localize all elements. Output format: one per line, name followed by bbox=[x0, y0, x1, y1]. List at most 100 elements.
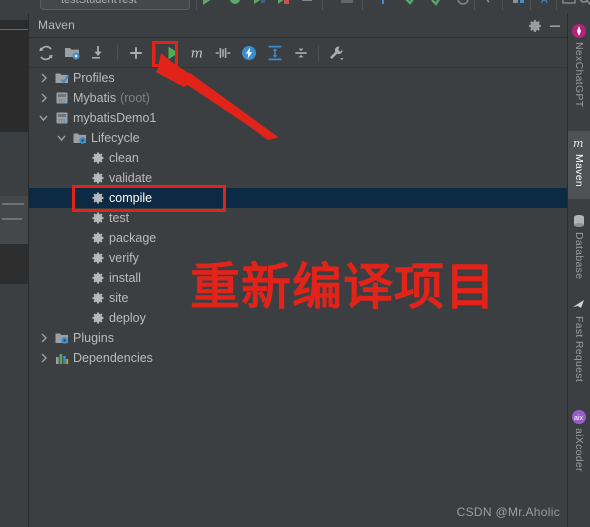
maven-goal-icon bbox=[92, 252, 104, 264]
gear-icon[interactable] bbox=[527, 18, 543, 34]
tree-row-label: verify bbox=[109, 251, 139, 265]
skip-tests-icon[interactable] bbox=[214, 44, 232, 62]
stop-icon[interactable] bbox=[276, 0, 290, 6]
tree-row-test[interactable]: test bbox=[29, 208, 569, 228]
side-panel-text-line bbox=[2, 218, 22, 220]
maven-project-icon: m bbox=[56, 92, 68, 105]
tree-row-label: Lifecycle bbox=[91, 131, 140, 145]
git-commit-icon[interactable] bbox=[404, 0, 418, 6]
nexchatgpt-icon bbox=[572, 24, 586, 38]
right-tab-maven[interactable]: m Maven bbox=[568, 131, 590, 199]
right-tab-label: Fast Request bbox=[573, 316, 585, 383]
tree-row-validate[interactable]: validate bbox=[29, 168, 569, 188]
tree-row-label: mybatisDemo1 bbox=[73, 111, 157, 125]
wrench-icon[interactable] bbox=[327, 44, 345, 62]
tree-row-label: Mybatis (root) bbox=[73, 91, 150, 105]
maven-project-tree[interactable]: Profiles m Mybatis (root) m mybatisDemo1 Lifec… bbox=[29, 68, 569, 527]
svg-text:aix: aix bbox=[574, 415, 583, 422]
chevron-down-icon[interactable] bbox=[39, 113, 48, 123]
tree-row-label: deploy bbox=[109, 311, 146, 325]
maven-tool-window-title: Maven bbox=[38, 18, 76, 32]
minimize-icon[interactable] bbox=[547, 18, 563, 34]
tree-row-label: validate bbox=[109, 171, 153, 185]
maven-goal-icon bbox=[92, 192, 104, 204]
dependencies-icon bbox=[56, 354, 69, 364]
tree-row-verify[interactable]: verify bbox=[29, 248, 569, 268]
tree-row-package[interactable]: package bbox=[29, 228, 569, 248]
tree-row-profiles[interactable]: Profiles bbox=[29, 68, 569, 88]
tree-row-label: clean bbox=[109, 151, 139, 165]
maven-toolbar: m bbox=[29, 38, 569, 68]
collapse-all-icon[interactable] bbox=[292, 44, 310, 62]
tree-row-label: site bbox=[109, 291, 129, 305]
maven-tool-window: Maven m Profiles m Mybatis (root) m myba… bbox=[28, 13, 569, 527]
right-tab-database[interactable]: Database bbox=[568, 209, 590, 285]
tree-row-label: Profiles bbox=[73, 71, 115, 85]
right-tab-label: Maven bbox=[573, 154, 585, 188]
maven-m-icon[interactable]: m bbox=[189, 44, 207, 62]
tree-row-mybatis[interactable]: m Mybatis (root) bbox=[29, 88, 569, 108]
run-configuration-selector[interactable]: testStudentTest bbox=[40, 0, 190, 10]
search-icon[interactable] bbox=[578, 0, 590, 6]
aixcoder-icon: aix bbox=[572, 410, 586, 424]
chevron-right-icon[interactable] bbox=[39, 73, 48, 83]
chevron-down-icon[interactable] bbox=[57, 133, 66, 143]
translate-icon[interactable] bbox=[340, 0, 354, 6]
coverage-icon[interactable] bbox=[252, 0, 266, 6]
maven-goal-icon bbox=[92, 272, 104, 284]
tree-row-dependencies[interactable]: Dependencies bbox=[29, 348, 569, 368]
debug-icon[interactable] bbox=[228, 0, 242, 6]
revert-icon[interactable] bbox=[486, 0, 500, 6]
tree-row-site[interactable]: site bbox=[29, 288, 569, 308]
svg-text:A: A bbox=[541, 0, 548, 6]
maven-goal-icon bbox=[92, 312, 104, 324]
maven-goal-icon bbox=[92, 152, 104, 164]
download-icon[interactable] bbox=[89, 44, 107, 62]
tree-row-deploy[interactable]: deploy bbox=[29, 308, 569, 328]
git-update-icon[interactable] bbox=[376, 0, 390, 6]
plus-icon[interactable] bbox=[127, 44, 145, 62]
green-play-icon[interactable] bbox=[164, 44, 182, 62]
tree-row-clean[interactable]: clean bbox=[29, 148, 569, 168]
tree-row-label: package bbox=[109, 231, 157, 245]
svg-text:m: m bbox=[58, 96, 65, 105]
select-in-icon[interactable]: A bbox=[538, 0, 552, 6]
tree-row-label: Plugins bbox=[73, 331, 114, 345]
right-tab-nexchatgpt[interactable]: NexChatGPT bbox=[568, 19, 590, 115]
tree-row-lifecycle[interactable]: Lifecycle bbox=[29, 128, 569, 148]
tree-row-compile[interactable]: compile bbox=[29, 188, 569, 208]
tree-row-plugins[interactable]: Plugins bbox=[29, 328, 569, 348]
add-folder-icon[interactable] bbox=[63, 44, 81, 62]
tree-row-label: compile bbox=[109, 191, 153, 205]
right-tab-fast-request[interactable]: Fast Request bbox=[568, 293, 590, 399]
chevron-right-icon[interactable] bbox=[39, 333, 48, 343]
tree-row-suffix: (root) bbox=[120, 91, 150, 105]
refresh-icon[interactable] bbox=[37, 44, 55, 62]
lifecycle-folder-icon bbox=[73, 133, 86, 144]
ide-screenshot: testStudentTest A Maven m Profiles m Myb… bbox=[0, 0, 590, 527]
chevron-right-icon[interactable] bbox=[39, 353, 48, 363]
maven-m-icon: m bbox=[573, 137, 583, 150]
profiles-folder-icon bbox=[55, 73, 69, 84]
history-icon[interactable] bbox=[456, 0, 470, 6]
tree-row-install[interactable]: install bbox=[29, 268, 569, 288]
maven-goal-icon bbox=[92, 292, 104, 304]
tree-row-label: test bbox=[109, 211, 130, 225]
chevron-right-icon[interactable] bbox=[39, 93, 48, 103]
maven-goal-icon bbox=[92, 172, 104, 184]
plugins-folder-icon bbox=[55, 333, 68, 344]
structure-icon[interactable] bbox=[512, 0, 526, 6]
tree-row-mybatisdemo1[interactable]: m mybatisDemo1 bbox=[29, 108, 569, 128]
expand-all-icon[interactable] bbox=[266, 44, 284, 62]
run-icon[interactable] bbox=[200, 0, 214, 6]
maven-project-icon: m bbox=[56, 112, 68, 125]
offline-lightning-icon[interactable] bbox=[240, 44, 258, 62]
right-tool-window-bar: NexChatGPT m Maven Database Fast Request aix a… bbox=[567, 13, 590, 527]
build-icon[interactable] bbox=[300, 0, 314, 6]
right-tab-aixcoder[interactable]: aix aiXcoder bbox=[568, 405, 590, 491]
svg-text:m: m bbox=[573, 137, 583, 150]
watermark: CSDN @Mr.Aholic bbox=[456, 505, 560, 519]
svg-text:m: m bbox=[191, 46, 203, 61]
terminal-icon[interactable] bbox=[562, 0, 576, 6]
git-push-icon[interactable] bbox=[430, 0, 444, 6]
